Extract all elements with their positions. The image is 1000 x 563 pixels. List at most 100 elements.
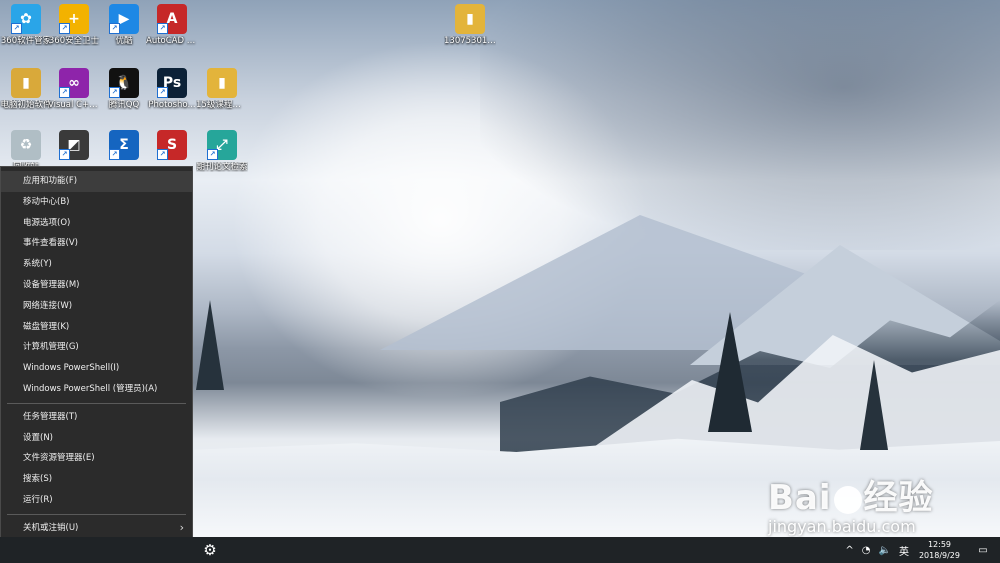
network-icon[interactable]: ◔	[862, 545, 871, 556]
app-icon: A ↗	[157, 4, 187, 34]
clock-time: 12:59	[927, 540, 952, 549]
desktop-icon-label: Visual C++ 6.0	[48, 100, 100, 110]
menu-item-label: 关机或注销(U)	[23, 522, 79, 533]
desktop-icon[interactable]: S ↗	[146, 130, 198, 162]
app-icon: ✿ ↗	[11, 4, 41, 34]
app-icon: ⤢ ↗	[207, 130, 237, 160]
clock-date: 2018/9/29	[918, 551, 960, 560]
clock[interactable]: 12:59 2018/9/29	[919, 539, 960, 561]
app-icon: ▮	[207, 68, 237, 98]
wallpaper-tree	[708, 312, 752, 432]
desktop-icon[interactable]: ▮ 1307530119 论文	[444, 4, 496, 46]
desktop-icon-label: 优酷	[115, 36, 133, 46]
menu-item-label: 搜索(S)	[23, 474, 53, 485]
menu-item-label: 文件资源管理器(E)	[23, 453, 95, 464]
wallpaper-clouds	[480, 0, 1000, 250]
desktop-icon-label: 腾讯QQ	[108, 100, 140, 110]
menu-item[interactable]: 事件查看器(V)	[1, 233, 192, 254]
menu-item[interactable]: 文件资源管理器(E)	[1, 448, 192, 469]
chevron-up-icon[interactable]: ^	[845, 545, 853, 556]
desktop-icon-label: 15级课程视频	[196, 100, 248, 110]
desktop-icon-label: 360软件管家	[0, 36, 52, 46]
desktop-icon-label: Photosho...	[148, 100, 196, 110]
menu-item[interactable]: 系统(Y)	[1, 254, 192, 275]
menu-item-label: 运行(R)	[23, 494, 53, 505]
menu-item[interactable]: 磁盘管理(K)	[1, 317, 192, 338]
app-icon: ▶ ↗	[109, 4, 139, 34]
shortcut-arrow-icon: ↗	[157, 23, 168, 34]
menu-item[interactable]: 移动中心(B)	[1, 192, 192, 213]
winx-context-menu: 应用和功能(F) 移动中心(B) 电源选项(O) 事件查看器(V) 系统(Y) 设备管理器…	[0, 166, 193, 562]
menu-item-label: Windows PowerShell(I)	[23, 363, 120, 374]
desktop-icon[interactable]: ▮ 15级课程视频	[196, 68, 248, 110]
desktop-icon[interactable]: ∞↗ Visual C++ 6.0	[48, 68, 100, 110]
menu-item-label: 任务管理器(T)	[23, 411, 78, 422]
desktop-icon-label: 1307530119 论文	[444, 36, 496, 46]
wallpaper-tree	[196, 300, 224, 390]
desktop-icon[interactable]: Σ ↗	[98, 130, 150, 162]
shortcut-arrow-icon: ↗	[207, 149, 218, 160]
menu-item[interactable]: 应用和功能(F)	[1, 171, 192, 192]
desktop-icon[interactable]: ▮ 电脑初始软件	[0, 68, 52, 110]
shortcut-arrow-icon: ↗	[109, 87, 120, 98]
app-icon: 🐧 ↗	[109, 68, 139, 98]
menu-item-label: 电源选项(O)	[23, 217, 71, 228]
desktop-icon[interactable]: Ps ↗ Photosho...	[146, 68, 198, 110]
desktop-icon[interactable]: + ↗ 360安全卫士	[48, 4, 100, 46]
menu-item-label: 设备管理器(M)	[23, 279, 80, 290]
desktop-icon[interactable]: ⤢ ↗ 期刊论文检索	[196, 130, 248, 172]
desktop-icon[interactable]: ▶ ↗ 优酷	[98, 4, 150, 46]
ime-indicator[interactable]: 英	[899, 543, 909, 558]
app-icon: ∞ ↗	[59, 68, 89, 98]
menu-item[interactable]: Windows PowerShell (管理员)(A)	[1, 379, 192, 400]
app-icon: ◩ ↗	[59, 130, 89, 160]
app-icon: ♻	[11, 130, 41, 160]
shortcut-arrow-icon: ↗	[157, 149, 168, 160]
notification-icon[interactable]: ▭	[970, 545, 996, 556]
system-tray: ^ ◔ 🔈 英 12:59 2018/9/29 ▭	[841, 537, 1000, 563]
desktop-icon[interactable]: ◩ ↗	[48, 130, 100, 162]
app-icon: ▮	[455, 4, 485, 34]
shortcut-arrow-icon: ↗	[59, 149, 70, 160]
desktop-icon[interactable]: A↗ AutoCAD 2011 - S...	[146, 4, 198, 46]
menu-item-label: 系统(Y)	[23, 259, 52, 270]
menu-item-label: Windows PowerShell (管理员)(A)	[23, 383, 158, 394]
menu-item-label: 网络连接(W)	[23, 300, 73, 311]
taskbar: ⚙ ^ ◔ 🔈 英 12:59 2018/9/29 ▭	[0, 537, 1000, 563]
app-icon: S ↗	[157, 130, 187, 160]
gear-icon[interactable]: ⚙	[200, 540, 220, 560]
menu-item[interactable]: 运行(R)	[1, 490, 192, 511]
desktop-icon-label: 期刊论文检索	[196, 162, 248, 172]
watermark-logo: Bai 经验	[768, 470, 996, 519]
menu-item[interactable]: 电源选项(O)	[1, 213, 192, 234]
menu-item[interactable]: 计算机管理(G)	[1, 337, 192, 358]
menu-item-label: 设置(N)	[23, 432, 53, 443]
watermark-logo-right: 经验	[863, 478, 934, 518]
menu-item[interactable]: Windows PowerShell(I)	[1, 358, 192, 379]
desktop-icon[interactable]: 🐧 ↗ 腾讯QQ	[98, 68, 150, 110]
menu-separator	[7, 513, 186, 515]
baidu-jingyan-watermark: Bai 经验 jingyan.baidu.com	[768, 470, 996, 540]
menu-item[interactable]: 关机或注销(U) ›	[1, 518, 192, 539]
wallpaper-tree	[860, 360, 888, 450]
volume-icon[interactable]: 🔈	[879, 545, 891, 556]
paw-icon	[833, 485, 862, 514]
watermark-logo-left: Bai	[768, 478, 832, 518]
menu-item[interactable]: 搜索(S)	[1, 469, 192, 490]
shortcut-arrow-icon: ↗	[59, 23, 70, 34]
menu-item-label: 应用和功能(F)	[23, 176, 78, 186]
chevron-right-icon: ›	[179, 520, 184, 534]
shortcut-arrow-icon: ↗	[11, 23, 22, 34]
menu-item[interactable]: 网络连接(W)	[1, 296, 192, 317]
menu-item[interactable]: 设置(N)	[1, 428, 192, 449]
watermark-url: jingyan.baidu.com	[768, 517, 916, 536]
desktop-icon[interactable]: ✿ ↗ 360软件管家	[0, 4, 52, 46]
menu-item-label: 移动中心(B)	[23, 196, 70, 207]
shortcut-arrow-icon: ↗	[59, 87, 70, 98]
menu-item-label: 磁盘管理(K)	[23, 321, 70, 332]
app-icon: Ps ↗	[157, 68, 187, 98]
menu-item[interactable]: 设备管理器(M)	[1, 275, 192, 296]
app-icon: Σ ↗	[109, 130, 139, 160]
menu-item[interactable]: 任务管理器(T)	[1, 407, 192, 428]
menu-item-label: 计算机管理(G)	[23, 342, 79, 353]
